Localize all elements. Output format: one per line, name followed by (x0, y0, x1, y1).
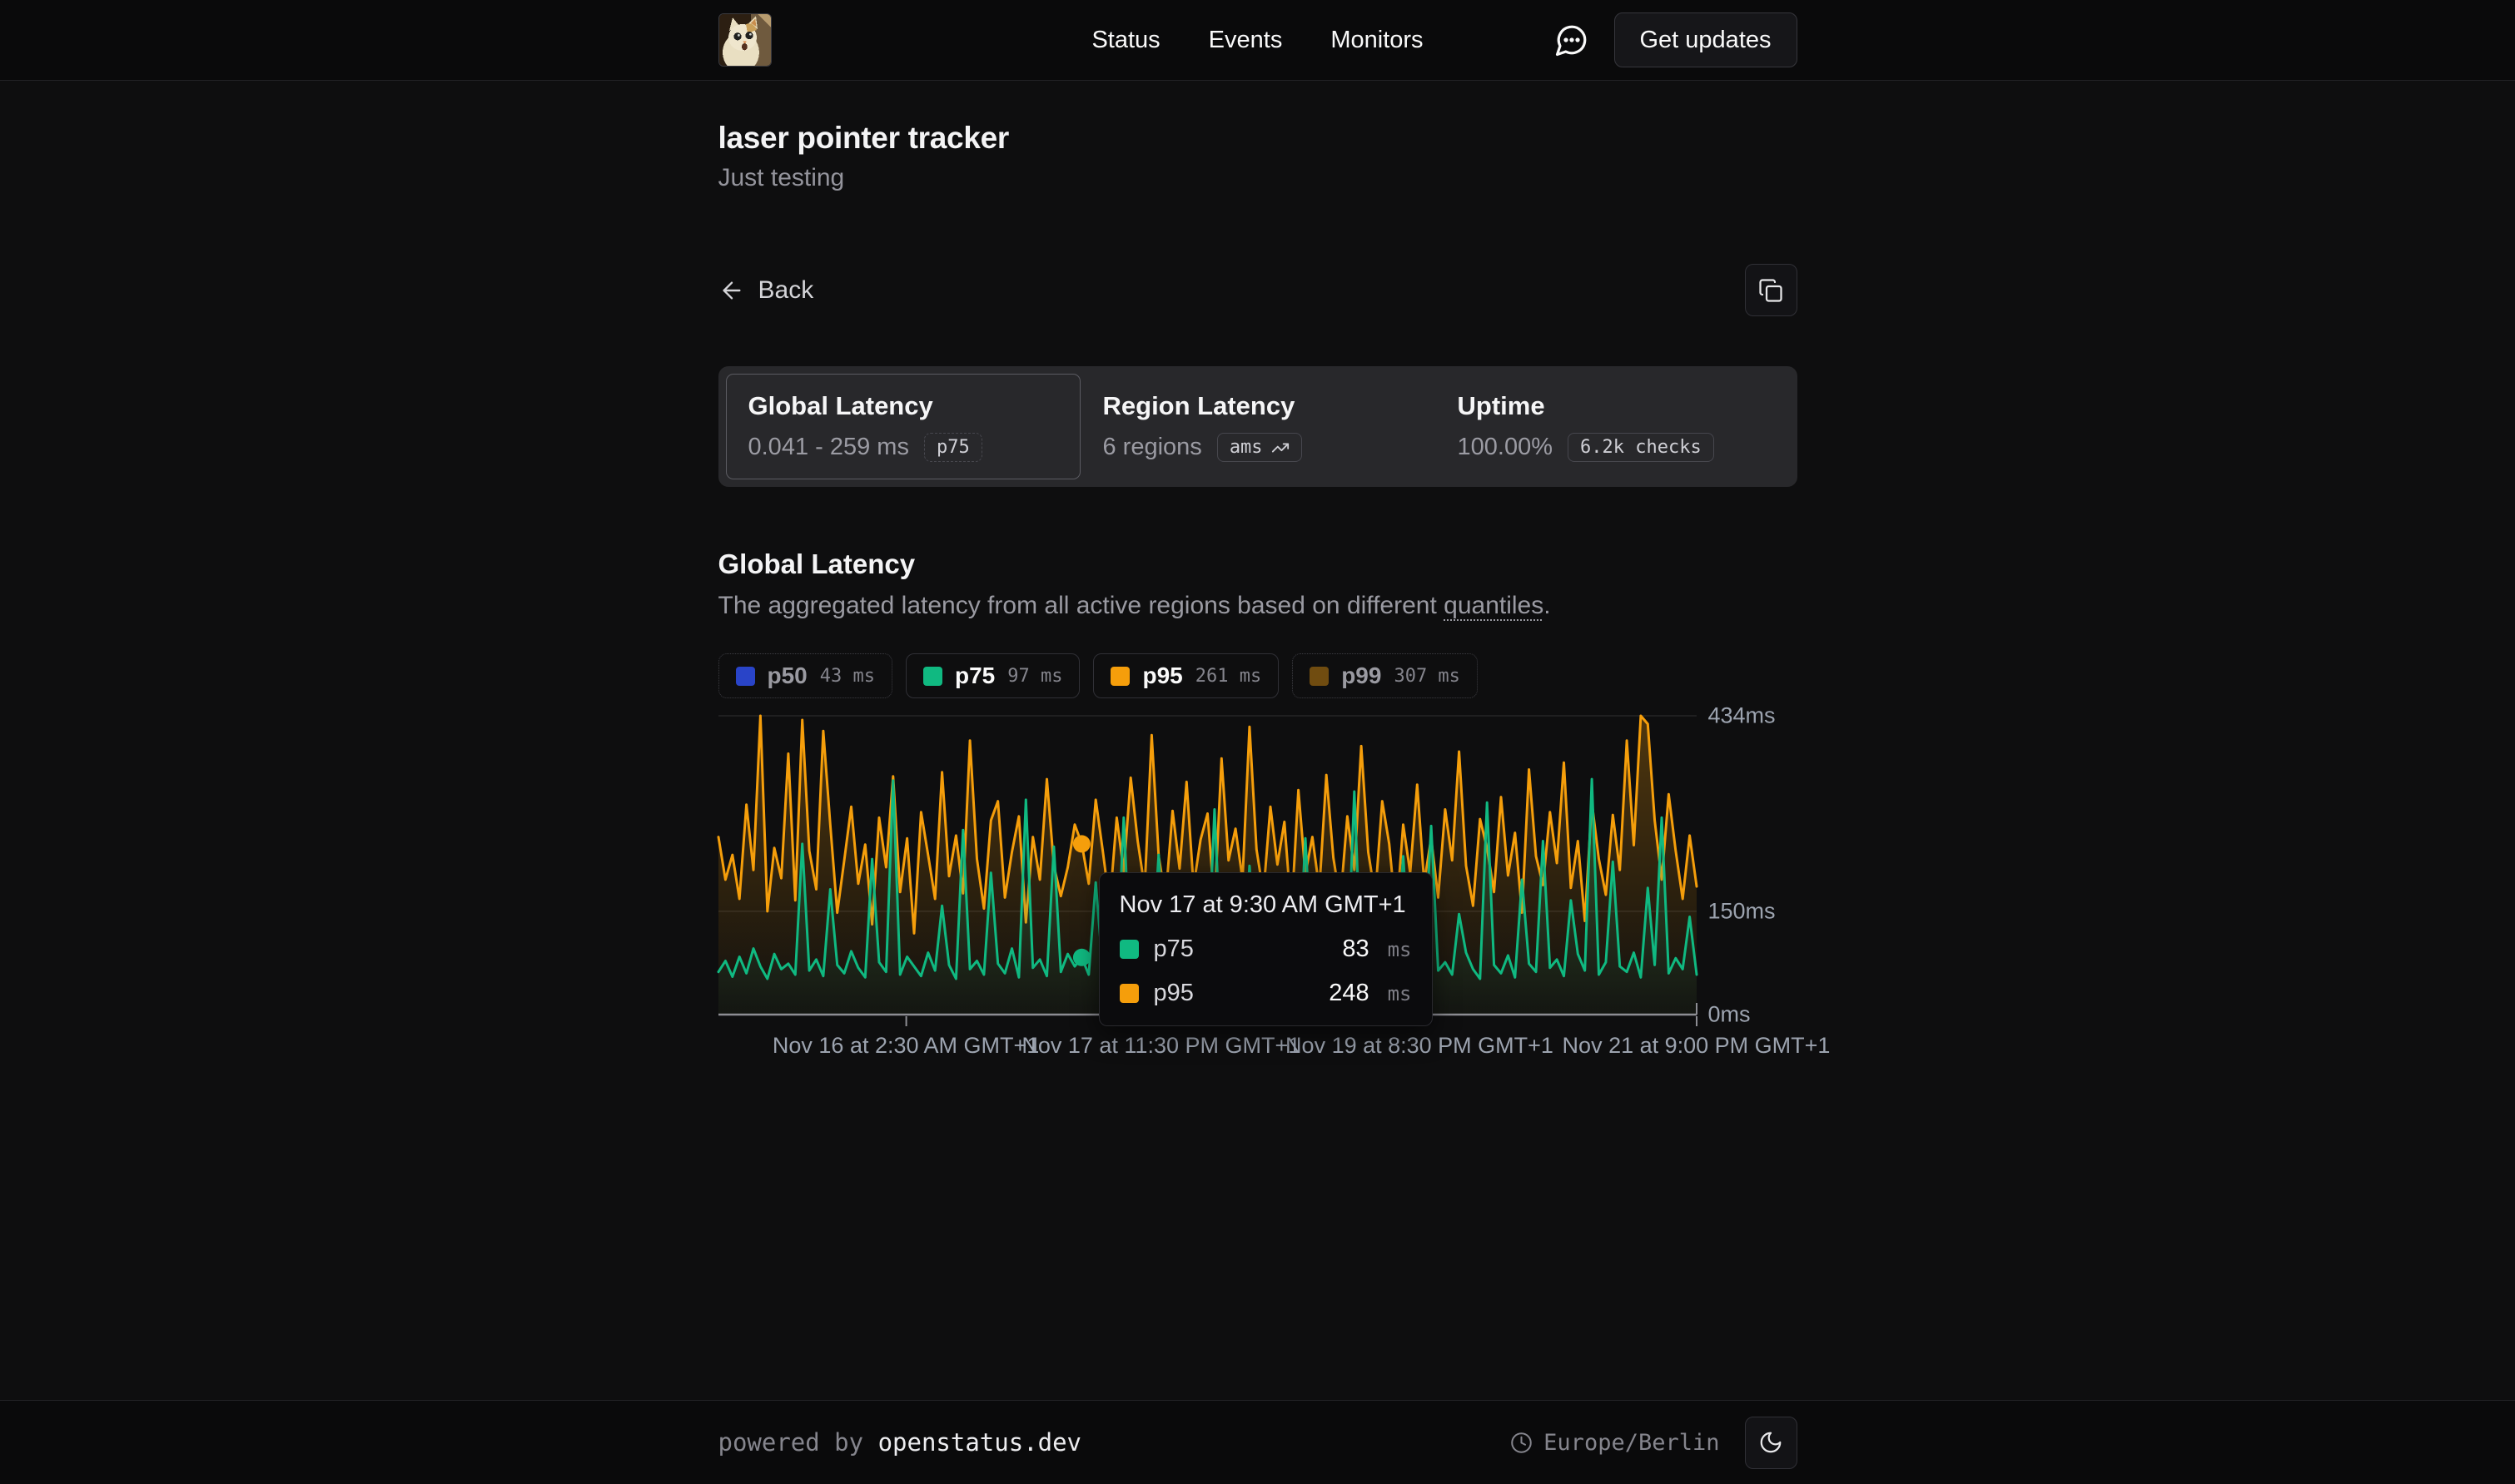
legend-label: p75 (955, 663, 995, 689)
powered-by-prefix: powered by (718, 1428, 878, 1457)
openstatus-link[interactable]: openstatus.dev (878, 1428, 1081, 1457)
page-subtitle: Just testing (718, 164, 1797, 192)
nav-link-status[interactable]: Status (1091, 27, 1160, 54)
powered-by: powered by openstatus.dev (718, 1428, 1082, 1457)
get-updates-button[interactable]: Get updates (1614, 12, 1797, 67)
section-description: The aggregated latency from all active r… (718, 592, 1797, 620)
message-bubble-icon (1554, 22, 1589, 57)
checks-badge: 6.2k checks (1568, 433, 1714, 462)
legend-value: 43 ms (820, 666, 875, 687)
tab-uptime[interactable]: Uptime 100.00% 6.2k checks (1435, 374, 1790, 479)
copy-icon (1758, 278, 1783, 303)
copy-link-button[interactable] (1745, 264, 1797, 316)
chart-legend: p50 43 ms p75 97 ms p95 261 ms p99 307 m… (718, 653, 1797, 698)
tooltip-series-label: p95 (1154, 980, 1194, 1007)
tab-title: Region Latency (1103, 391, 1413, 421)
tooltip-value: 248 (1329, 980, 1369, 1007)
moon-icon (1758, 1430, 1783, 1455)
top-nav: Status Events Monitors Get updates (0, 0, 2515, 81)
legend-toggle-p50[interactable]: p50 43 ms (718, 653, 892, 698)
region-badge: ams (1217, 433, 1302, 462)
nav-link-monitors[interactable]: Monitors (1330, 27, 1423, 54)
chart-tooltip: Nov 17 at 9:30 AM GMT+1 p75 83 ms p95 (1099, 872, 1433, 1026)
tooltip-value: 83 (1342, 936, 1369, 963)
legend-toggle-p95[interactable]: p95 261 ms (1093, 653, 1279, 698)
y-axis-labels: 434ms150ms0ms (1708, 708, 1797, 1015)
arrow-left-icon (718, 277, 745, 304)
tooltip-unit: ms (1388, 982, 1412, 1005)
quantiles-link[interactable]: quantiles (1444, 592, 1543, 619)
tab-global-latency[interactable]: Global Latency 0.041 - 259 ms p75 (726, 374, 1081, 479)
main-content: laser pointer tracker Just testing Back (0, 81, 2515, 1400)
x-tick-label: Nov 17 at 11:30 PM GMT+1 (1021, 1033, 1300, 1059)
quantile-badge: p75 (924, 433, 982, 462)
latency-chart[interactable]: Nov 17 at 9:30 AM GMT+1 p75 83 ms p95 (718, 708, 1697, 1065)
tab-value: 0.041 - 259 ms (748, 434, 909, 461)
tab-value: 100.00% (1458, 434, 1553, 461)
status-page: Status Events Monitors Get updates (0, 0, 2515, 1484)
feedback-button[interactable] (1554, 22, 1589, 57)
cat-logo-image (719, 14, 772, 67)
tooltip-series-label: p75 (1154, 936, 1194, 963)
tooltip-unit: ms (1388, 938, 1412, 961)
legend-value: 97 ms (1007, 666, 1062, 687)
metric-tabs: Global Latency 0.041 - 259 ms p75 Region… (718, 366, 1797, 487)
x-tick-label: Nov 21 at 9:00 PM GMT+1 (1563, 1033, 1831, 1059)
legend-value: 261 ms (1195, 666, 1261, 687)
hover-dot-p95 (1072, 835, 1090, 852)
legend-value: 307 ms (1394, 666, 1459, 687)
p75-swatch (923, 667, 942, 686)
legend-label: p95 (1142, 663, 1182, 689)
clock-icon (1510, 1432, 1533, 1454)
description-period: . (1543, 592, 1550, 619)
tab-value: 6 regions (1103, 434, 1202, 461)
tooltip-row-p95: p95 248 ms (1120, 980, 1412, 1007)
x-axis-labels: Nov 16 at 2:30 AM GMT+1Nov 17 at 11:30 P… (718, 1026, 1697, 1065)
hover-dot-p75 (1072, 949, 1090, 966)
tab-title: Uptime (1458, 391, 1767, 421)
nav-links: Status Events Monitors (1091, 27, 1423, 54)
timezone-display: Europe/Berlin (1510, 1430, 1719, 1456)
legend-label: p50 (768, 663, 808, 689)
tooltip-timestamp: Nov 17 at 9:30 AM GMT+1 (1120, 891, 1412, 919)
toolbar: Back (718, 264, 1797, 316)
description-text: The aggregated latency from all active r… (718, 592, 1444, 619)
p95-swatch (1120, 984, 1139, 1003)
theme-toggle-button[interactable] (1745, 1417, 1797, 1469)
y-tick-label: 434ms (1708, 703, 1776, 729)
page-title: laser pointer tracker (718, 121, 1797, 156)
y-tick-label: 0ms (1708, 1002, 1751, 1028)
x-tick-label: Nov 19 at 8:30 PM GMT+1 (1285, 1033, 1553, 1059)
tab-title: Global Latency (748, 391, 1058, 421)
p95-swatch (1111, 667, 1130, 686)
nav-link-events[interactable]: Events (1209, 27, 1283, 54)
region-badge-label: ams (1230, 437, 1263, 458)
p50-swatch (736, 667, 755, 686)
trending-up-icon (1271, 439, 1290, 457)
x-tick-label: Nov 16 at 2:30 AM GMT+1 (773, 1033, 1039, 1059)
tooltip-row-p75: p75 83 ms (1120, 936, 1412, 963)
nav-actions: Get updates (1554, 12, 1797, 67)
back-button[interactable]: Back (718, 276, 814, 305)
legend-toggle-p99[interactable]: p99 307 ms (1292, 653, 1478, 698)
p99-swatch (1310, 667, 1329, 686)
tab-region-latency[interactable]: Region Latency 6 regions ams (1081, 374, 1435, 479)
legend-toggle-p75[interactable]: p75 97 ms (906, 653, 1080, 698)
p75-swatch (1120, 940, 1139, 959)
timezone-label: Europe/Berlin (1543, 1430, 1719, 1456)
legend-label: p99 (1341, 663, 1381, 689)
site-logo[interactable] (718, 13, 772, 67)
section-title: Global Latency (718, 548, 1797, 580)
footer: powered by openstatus.dev Europe/Berlin (0, 1400, 2515, 1484)
back-label: Back (758, 276, 814, 305)
y-tick-label: 150ms (1708, 898, 1776, 924)
page-header: laser pointer tracker Just testing (718, 121, 1797, 192)
latency-chart-block: Nov 17 at 9:30 AM GMT+1 p75 83 ms p95 (718, 708, 1797, 1065)
